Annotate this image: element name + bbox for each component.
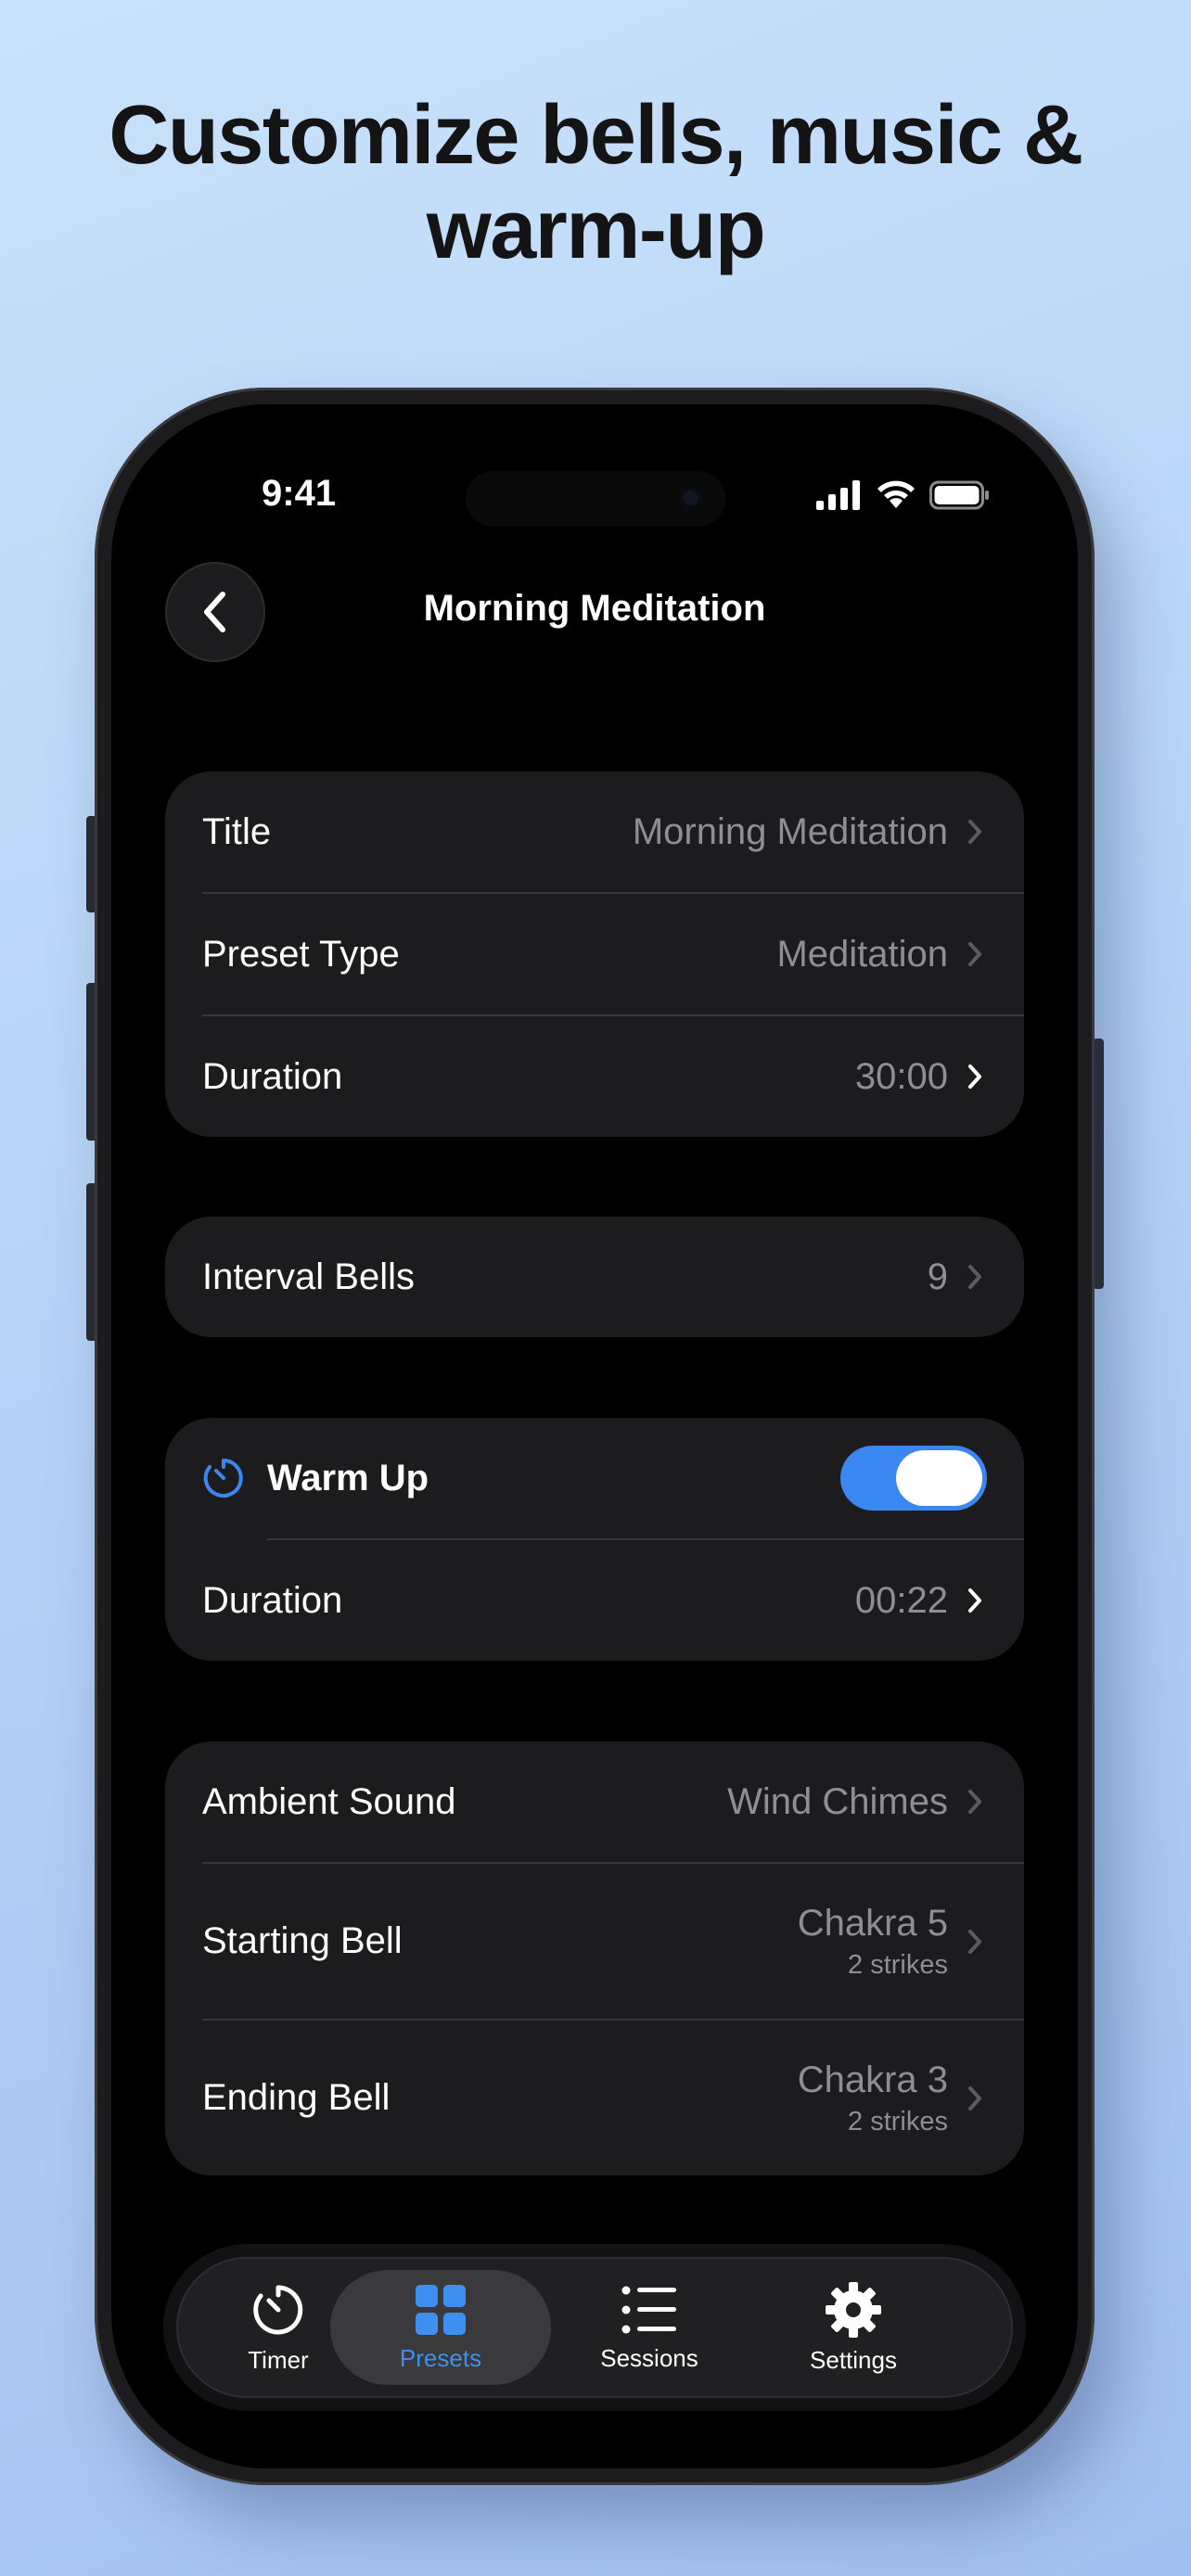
chevron-right-icon xyxy=(967,1263,987,1291)
starting-bell-strikes: 2 strikes xyxy=(848,1949,948,1980)
starting-bell-row[interactable]: Starting Bell Chakra 5 2 strikes xyxy=(165,1864,1024,2019)
warm-up-duration-value: 00:22 xyxy=(854,1579,948,1621)
interval-bells-label: Interval Bells xyxy=(202,1256,415,1297)
chevron-right-icon xyxy=(967,2085,987,2112)
battery-icon xyxy=(929,480,989,510)
tab-bar: Timer Presets Sessions Settings xyxy=(176,2257,1013,2398)
starting-bell-value: Chakra 5 2 strikes xyxy=(798,1903,948,1981)
warm-up-duration-label: Duration xyxy=(202,1579,343,1621)
duration-label: Duration xyxy=(202,1055,343,1097)
starting-bell-label: Starting Bell xyxy=(202,1920,403,1961)
tab-settings-label: Settings xyxy=(810,2345,897,2374)
ending-bell-label: Ending Bell xyxy=(202,2077,391,2118)
chevron-right-icon xyxy=(967,1587,987,1614)
status-icons xyxy=(816,480,991,510)
chevron-right-icon xyxy=(967,818,987,846)
duration-value: 30:00 xyxy=(854,1055,948,1097)
ambient-sound-value: Wind Chimes xyxy=(727,1780,948,1822)
chevron-right-icon xyxy=(967,1928,987,1956)
title-label: Title xyxy=(202,810,272,852)
duration-row[interactable]: Duration 30:00 xyxy=(165,1016,1024,1137)
preset-type-value: Meditation xyxy=(776,933,948,975)
ending-bell-name: Chakra 3 xyxy=(797,2059,948,2100)
title-row[interactable]: Title Morning Meditation xyxy=(165,772,1024,892)
warm-up-group: Warm Up Duration 00:22 xyxy=(165,1418,1024,1661)
cellular-signal-icon xyxy=(816,480,860,510)
grid-icon xyxy=(416,2284,466,2335)
tab-sessions[interactable]: Sessions xyxy=(566,2257,733,2398)
ambient-sound-row[interactable]: Ambient Sound Wind Chimes xyxy=(165,1741,1024,1862)
general-settings-group: Title Morning Meditation Preset Type Med… xyxy=(165,772,1024,1137)
gear-icon xyxy=(826,2281,881,2338)
page-title: Morning Meditation xyxy=(423,588,766,629)
ending-bell-strikes: 2 strikes xyxy=(848,2106,948,2136)
sounds-group: Ambient Sound Wind Chimes Starting Bell … xyxy=(165,1741,1024,2175)
interval-bells-value: 9 xyxy=(927,1256,948,1297)
warm-up-duration-row[interactable]: Duration 00:22 xyxy=(165,1540,1024,1661)
chevron-right-icon xyxy=(967,940,987,968)
front-camera xyxy=(679,486,703,510)
tab-timer-label: Timer xyxy=(248,2345,309,2374)
tab-presets-label: Presets xyxy=(399,2343,482,2372)
wifi-icon xyxy=(877,480,915,508)
list-icon xyxy=(621,2286,676,2333)
tab-presets[interactable]: Presets xyxy=(366,2257,515,2398)
tab-timer[interactable]: Timer xyxy=(204,2257,352,2398)
preset-type-row[interactable]: Preset Type Meditation xyxy=(165,894,1024,1014)
warm-up-label: Warm Up xyxy=(267,1457,429,1498)
starting-bell-name: Chakra 5 xyxy=(797,1902,948,1944)
app-screen: 9:41 Morning Meditation Title Morning Me… xyxy=(111,404,1078,2468)
preset-type-label: Preset Type xyxy=(202,933,400,975)
tab-settings[interactable]: Settings xyxy=(770,2257,937,2398)
warm-up-toggle[interactable] xyxy=(840,1446,987,1511)
ending-bell-value: Chakra 3 2 strikes xyxy=(798,2060,948,2137)
status-time: 9:41 xyxy=(262,473,337,514)
toggle-knob xyxy=(896,1450,982,1506)
title-value: Morning Meditation xyxy=(632,810,948,852)
ending-bell-row[interactable]: Ending Bell Chakra 3 2 strikes xyxy=(165,2021,1024,2175)
chevron-right-icon xyxy=(967,1063,987,1090)
ambient-sound-label: Ambient Sound xyxy=(202,1780,456,1822)
headline: Customize bells, music & warm-up xyxy=(109,89,1083,276)
interval-bells-group: Interval Bells 9 xyxy=(165,1217,1024,1337)
tab-sessions-label: Sessions xyxy=(600,2343,698,2372)
timer-icon xyxy=(202,1457,245,1499)
chevron-right-icon xyxy=(967,1788,987,1816)
interval-bells-row[interactable]: Interval Bells 9 xyxy=(165,1217,1024,1337)
timer-icon xyxy=(253,2285,303,2334)
warm-up-row: Warm Up xyxy=(165,1418,1024,1538)
